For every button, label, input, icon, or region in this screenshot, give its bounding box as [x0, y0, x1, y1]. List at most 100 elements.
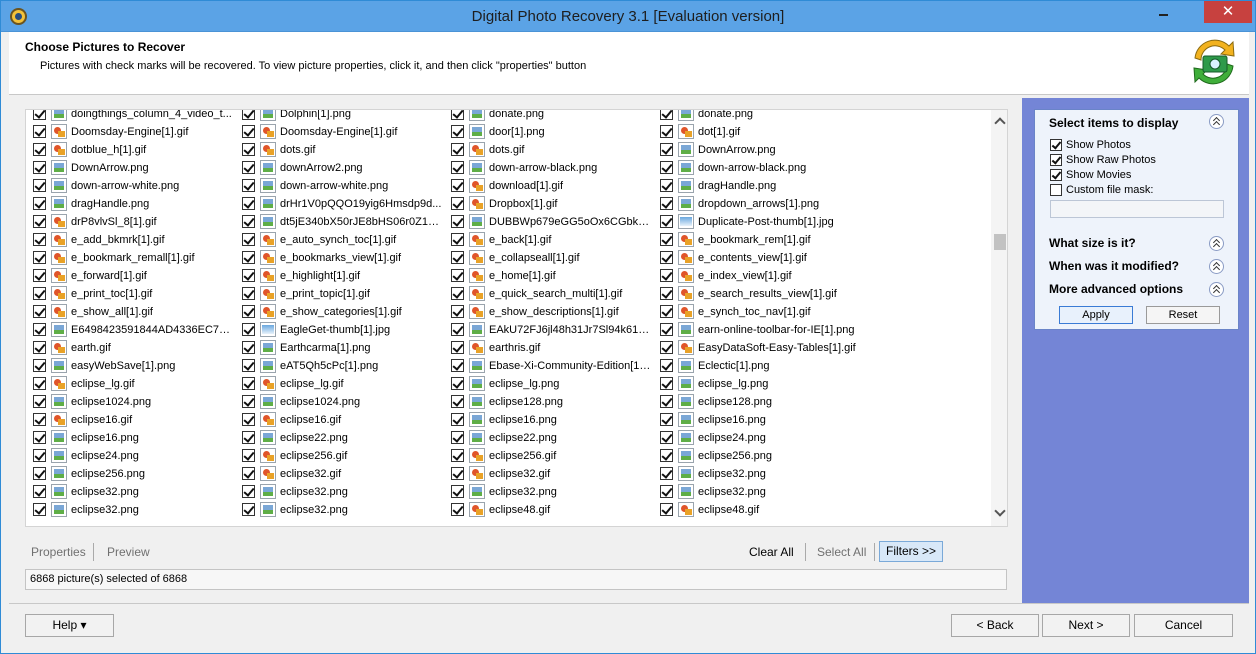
checkbox-checked-icon[interactable] — [33, 125, 46, 138]
checkbox-checked-icon[interactable] — [242, 395, 255, 408]
checkbox-checked-icon[interactable] — [660, 413, 673, 426]
picture-item[interactable]: eclipse32.gif — [448, 465, 653, 483]
checkbox-checked-icon[interactable] — [242, 233, 255, 246]
close-button[interactable]: ✕ — [1204, 1, 1252, 23]
cancel-button[interactable]: Cancel — [1134, 614, 1233, 637]
size-heading[interactable]: What size is it? — [1049, 236, 1136, 250]
picture-item[interactable]: eclipse24.png — [657, 429, 862, 447]
picture-item[interactable]: e_collapseall[1].gif — [448, 249, 653, 267]
checkbox-checked-icon[interactable] — [451, 377, 464, 390]
expand-modified-icon[interactable] — [1209, 259, 1224, 274]
scroll-thumb[interactable] — [994, 234, 1006, 250]
checkbox-checked-icon[interactable] — [242, 125, 255, 138]
checkbox-checked-icon[interactable] — [451, 395, 464, 408]
picture-item[interactable]: Duplicate-Post-thumb[1].jpg — [657, 213, 862, 231]
help-button[interactable]: Help ▾ — [25, 614, 114, 637]
picture-item[interactable]: easyWebSave[1].png — [30, 357, 235, 375]
picture-item[interactable]: Doomsday-Engine[1].gif — [239, 123, 444, 141]
picture-item[interactable]: Doomsday-Engine[1].gif — [30, 123, 235, 141]
title-bar[interactable]: Digital Photo Recovery 3.1 [Evaluation v… — [1, 1, 1255, 32]
checkbox-checked-icon[interactable] — [660, 269, 673, 282]
picture-item[interactable]: drP8vlvSl_8[1].gif — [30, 213, 235, 231]
checkbox-unchecked-icon[interactable] — [1050, 184, 1062, 196]
checkbox-checked-icon[interactable] — [33, 110, 46, 120]
checkbox-checked-icon[interactable] — [33, 431, 46, 444]
picture-item[interactable]: eclipse32.png — [239, 501, 444, 519]
picture-item[interactable]: dropdown_arrows[1].png — [657, 195, 862, 213]
checkbox-checked-icon[interactable] — [451, 485, 464, 498]
checkbox-checked-icon[interactable] — [242, 305, 255, 318]
checkbox-checked-icon[interactable] — [660, 341, 673, 354]
checkbox-checked-icon[interactable] — [451, 305, 464, 318]
picture-item[interactable]: eclipse_lg.gif — [30, 375, 235, 393]
picture-item[interactable]: eclipse16.gif — [30, 411, 235, 429]
preview-button[interactable]: Preview — [107, 545, 150, 559]
picture-item[interactable]: eclipse32.png — [657, 465, 862, 483]
checkbox-checked-icon[interactable] — [660, 377, 673, 390]
picture-item[interactable]: download[1].gif — [448, 177, 653, 195]
picture-item[interactable]: eclipse1024.png — [30, 393, 235, 411]
checkbox-checked-icon[interactable] — [660, 197, 673, 210]
checkbox-checked-icon[interactable] — [33, 143, 46, 156]
picture-item[interactable]: e_forward[1].gif — [30, 267, 235, 285]
reset-button[interactable]: Reset — [1146, 306, 1220, 324]
picture-item[interactable]: eclipse16.png — [30, 429, 235, 447]
checkbox-checked-icon[interactable] — [33, 377, 46, 390]
checkbox-checked-icon[interactable] — [33, 449, 46, 462]
picture-item[interactable]: eclipse22.png — [448, 429, 653, 447]
picture-item[interactable]: earn-online-toolbar-for-IE[1].png — [657, 321, 862, 339]
picture-item[interactable]: down-arrow-black.png — [657, 159, 862, 177]
picture-item[interactable]: e_highlight[1].gif — [239, 267, 444, 285]
picture-item[interactable]: EasyDataSoft-Easy-Tables[1].gif — [657, 339, 862, 357]
checkbox-checked-icon[interactable] — [33, 269, 46, 282]
checkbox-checked-icon[interactable] — [33, 341, 46, 354]
picture-item[interactable]: e_show_all[1].gif — [30, 303, 235, 321]
picture-item[interactable]: dots.gif — [448, 141, 653, 159]
picture-item[interactable]: down-arrow-black.png — [448, 159, 653, 177]
checkbox-checked-icon[interactable] — [660, 143, 673, 156]
picture-item[interactable]: down-arrow-white.png — [239, 177, 444, 195]
picture-item[interactable]: eclipse32.png — [657, 483, 862, 501]
checkbox-checked-icon[interactable] — [1050, 169, 1062, 181]
checkbox-checked-icon[interactable] — [451, 287, 464, 300]
checkbox-checked-icon[interactable] — [660, 395, 673, 408]
picture-item[interactable]: DownArrow.png — [30, 159, 235, 177]
picture-item[interactable]: e_index_view[1].gif — [657, 267, 862, 285]
picture-item[interactable]: eclipse22.png — [239, 429, 444, 447]
checkbox-checked-icon[interactable] — [33, 161, 46, 174]
checkbox-checked-icon[interactable] — [33, 503, 46, 516]
advanced-options-heading[interactable]: More advanced options — [1049, 282, 1183, 296]
picture-item[interactable]: Dolphin[1].png — [239, 110, 444, 123]
picture-item[interactable]: EagleGet-thumb[1].jpg — [239, 321, 444, 339]
checkbox-checked-icon[interactable] — [33, 395, 46, 408]
filters-button[interactable]: Filters >> — [879, 541, 943, 562]
picture-item[interactable]: dragHandle.png — [30, 195, 235, 213]
picture-item[interactable]: e_back[1].gif — [448, 231, 653, 249]
picture-item[interactable]: eclipse1024.png — [239, 393, 444, 411]
expand-size-icon[interactable] — [1209, 236, 1224, 251]
checkbox-checked-icon[interactable] — [1050, 139, 1062, 151]
scroll-down-arrow-icon[interactable] — [995, 510, 1004, 516]
checkbox-checked-icon[interactable] — [33, 323, 46, 336]
select-all-button[interactable]: Select All — [817, 545, 866, 559]
picture-item[interactable]: eclipse32.png — [448, 483, 653, 501]
picture-item[interactable]: eclipse256.png — [657, 447, 862, 465]
picture-item[interactable]: e_show_descriptions[1].gif — [448, 303, 653, 321]
picture-item[interactable]: door[1].png — [448, 123, 653, 141]
picture-item[interactable]: downArrow2.png — [239, 159, 444, 177]
checkbox-checked-icon[interactable] — [242, 341, 255, 354]
checkbox-checked-icon[interactable] — [242, 179, 255, 192]
checkbox-checked-icon[interactable] — [451, 431, 464, 444]
checkbox-checked-icon[interactable] — [242, 503, 255, 516]
checkbox-checked-icon[interactable] — [451, 125, 464, 138]
picture-item[interactable]: e_bookmarks_view[1].gif — [239, 249, 444, 267]
checkbox-checked-icon[interactable] — [242, 161, 255, 174]
picture-item[interactable]: e_print_toc[1].gif — [30, 285, 235, 303]
checkbox-checked-icon[interactable] — [33, 215, 46, 228]
picture-item[interactable]: eclipse256.png — [30, 465, 235, 483]
checkbox-checked-icon[interactable] — [660, 161, 673, 174]
picture-item[interactable]: eclipse32.png — [30, 483, 235, 501]
checkbox-checked-icon[interactable] — [33, 305, 46, 318]
checkbox-checked-icon[interactable] — [33, 359, 46, 372]
picture-item[interactable]: DownArrow.png — [657, 141, 862, 159]
